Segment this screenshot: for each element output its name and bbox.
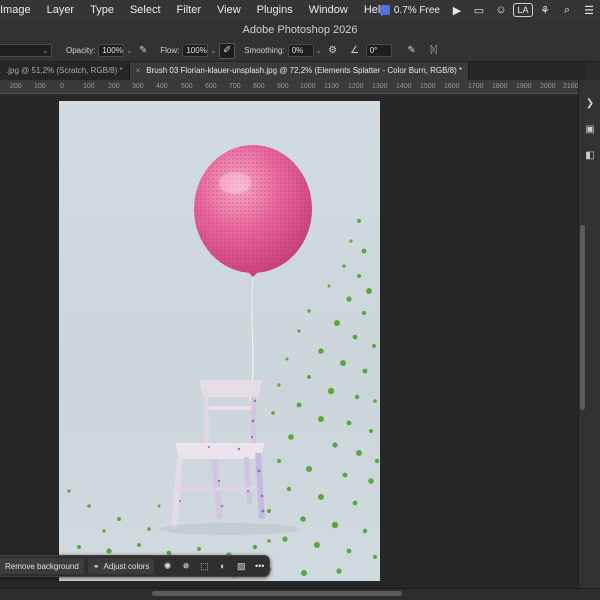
control-center-icon[interactable]: ☰ bbox=[578, 0, 600, 20]
ruler-tick: 1600 bbox=[444, 83, 460, 90]
opacity-label: Opacity: bbox=[66, 46, 96, 55]
canvas-area[interactable] bbox=[0, 94, 578, 588]
menu-view[interactable]: View bbox=[209, 4, 249, 16]
cast-icon[interactable]: ⚘ bbox=[534, 0, 556, 20]
ruler-tick: 2100 bbox=[563, 83, 579, 90]
smoothing-label: Smoothing: bbox=[244, 46, 285, 55]
symmetry-icon[interactable]: ᛞ bbox=[426, 43, 442, 59]
ruler-tick: 200 bbox=[10, 83, 22, 90]
input-source-badge[interactable]: LA bbox=[512, 0, 534, 20]
remove-background-button[interactable]: Remove background bbox=[0, 558, 84, 574]
more-options-icon[interactable]: ••• bbox=[253, 558, 267, 574]
brush-mode-select[interactable]: ⌄ bbox=[0, 44, 52, 57]
angle-input[interactable]: 0° bbox=[365, 44, 392, 57]
opacity-dropdown-icon[interactable]: ⌄ bbox=[126, 47, 132, 55]
adjust-colors-button[interactable]: ⚭ Adjust colors bbox=[87, 558, 155, 574]
play-icon[interactable]: ▶ bbox=[446, 0, 468, 20]
memory-free-text: 0.7% Free bbox=[393, 4, 440, 16]
flow-dropdown-icon[interactable]: ⌄ bbox=[210, 47, 216, 55]
menu-filter[interactable]: Filter bbox=[169, 4, 209, 16]
vertical-scrollbar[interactable] bbox=[580, 225, 585, 410]
ruler-tick: 900 bbox=[277, 83, 289, 90]
panel-icon[interactable]: ◧ bbox=[583, 150, 597, 164]
transform-icon[interactable]: ⬚ bbox=[197, 558, 211, 574]
window-title: Adobe Photoshop 2026 bbox=[0, 20, 600, 40]
ruler-tick: 100 bbox=[34, 83, 46, 90]
menu-layer[interactable]: Layer bbox=[39, 4, 83, 16]
ruler-tick: 1100 bbox=[324, 83, 340, 90]
smoothing-settings-gear-icon[interactable]: ⚙ bbox=[325, 43, 341, 59]
smoothing-input[interactable]: 0% bbox=[287, 44, 314, 57]
pressure-size-icon[interactable]: ✎ bbox=[404, 43, 420, 59]
ruler-tick: 500 bbox=[181, 83, 193, 90]
ruler-tick: 1700 bbox=[468, 83, 484, 90]
ruler-tick: 1900 bbox=[516, 83, 532, 90]
ruler-tick: 1200 bbox=[348, 83, 364, 90]
adjust-colors-icon: ⚭ bbox=[92, 561, 100, 571]
app-status-icon bbox=[379, 5, 390, 15]
generative-fill-icon[interactable]: ✺ bbox=[160, 558, 174, 574]
tab-scratch[interactable]: .jpg @ 51,2% (Scratch, RGB/8) * bbox=[0, 62, 130, 80]
menu-image[interactable]: Image bbox=[0, 4, 39, 16]
ruler-tick: 0 bbox=[60, 83, 64, 90]
horizontal-scrollbar[interactable] bbox=[152, 591, 402, 596]
ruler-tick: 1800 bbox=[492, 83, 508, 90]
tool-options-bar: ⌄ Opacity: 100% ⌄ ✎ Flow: 100% ⌄ ✐ Smoot… bbox=[0, 40, 600, 62]
search-icon[interactable]: ⌕ bbox=[556, 0, 578, 20]
flow-input[interactable]: 100% bbox=[182, 44, 209, 57]
ruler-tick: 200 bbox=[108, 83, 120, 90]
airbrush-icon[interactable]: ✐ bbox=[219, 42, 236, 59]
panel-icon[interactable]: ▣ bbox=[583, 124, 597, 138]
menu-plugins[interactable]: Plugins bbox=[249, 4, 301, 16]
balloon-chair-photo bbox=[59, 101, 380, 581]
memory-status[interactable]: 0.7% Free bbox=[374, 5, 446, 16]
ruler-tick: 400 bbox=[156, 83, 168, 90]
menu-select[interactable]: Select bbox=[122, 4, 169, 16]
document-image[interactable] bbox=[59, 101, 380, 581]
contextual-task-bar: Remove background ⚭ Adjust colors ✺ ✵ ⬚ ◐… bbox=[0, 555, 270, 577]
ruler-tick: 1400 bbox=[396, 83, 412, 90]
ruler-tick: 800 bbox=[253, 83, 265, 90]
select-subject-icon[interactable]: ✵ bbox=[179, 558, 193, 574]
ruler-tick: 100 bbox=[83, 83, 95, 90]
tab-brush-03[interactable]: × Brush 03 Florian-klauer-unsplash.jpg @ … bbox=[129, 62, 470, 80]
angle-icon: ∠ bbox=[350, 45, 360, 56]
ruler-tick: 600 bbox=[205, 83, 217, 90]
flow-label: Flow: bbox=[160, 46, 180, 55]
menu-window[interactable]: Window bbox=[301, 4, 356, 16]
adjustment-layer-icon[interactable]: ◐ bbox=[216, 558, 230, 574]
panel-toggle-icon[interactable]: ❯ bbox=[583, 98, 597, 112]
ruler-tick: 1500 bbox=[420, 83, 436, 90]
ruler-tick: 1300 bbox=[372, 83, 388, 90]
pressure-opacity-icon[interactable]: ✎ bbox=[135, 43, 151, 59]
ruler-tick: 1000 bbox=[300, 83, 316, 90]
menu-bar: Image Layer Type Select Filter View Plug… bbox=[0, 0, 600, 20]
ruler-tick: 300 bbox=[132, 83, 144, 90]
smoothing-dropdown-icon[interactable]: ⌄ bbox=[316, 47, 322, 55]
close-tab-icon[interactable]: × bbox=[136, 66, 141, 75]
photoshop-window: Image Layer Type Select Filter View Plug… bbox=[0, 0, 600, 600]
horizontal-ruler[interactable]: 200 100 0 100 200 300 400 500 600 700 80… bbox=[0, 80, 579, 94]
menubar-extras: 0.7% Free ▶ ▭ ☺ LA ⚘ ⌕ ☰ bbox=[374, 0, 600, 20]
ruler-tick: 700 bbox=[229, 83, 241, 90]
menu-type[interactable]: Type bbox=[82, 4, 122, 16]
chevron-down-icon: ⌄ bbox=[42, 47, 48, 55]
mask-icon[interactable]: ▨ bbox=[234, 558, 248, 574]
opacity-input[interactable]: 100% bbox=[98, 44, 125, 57]
document-tabs: .jpg @ 51,2% (Scratch, RGB/8) * × Brush 0… bbox=[0, 62, 585, 80]
window-icon[interactable]: ▭ bbox=[468, 0, 490, 20]
user-icon[interactable]: ☺ bbox=[490, 0, 512, 20]
ruler-tick: 2000 bbox=[540, 83, 556, 90]
